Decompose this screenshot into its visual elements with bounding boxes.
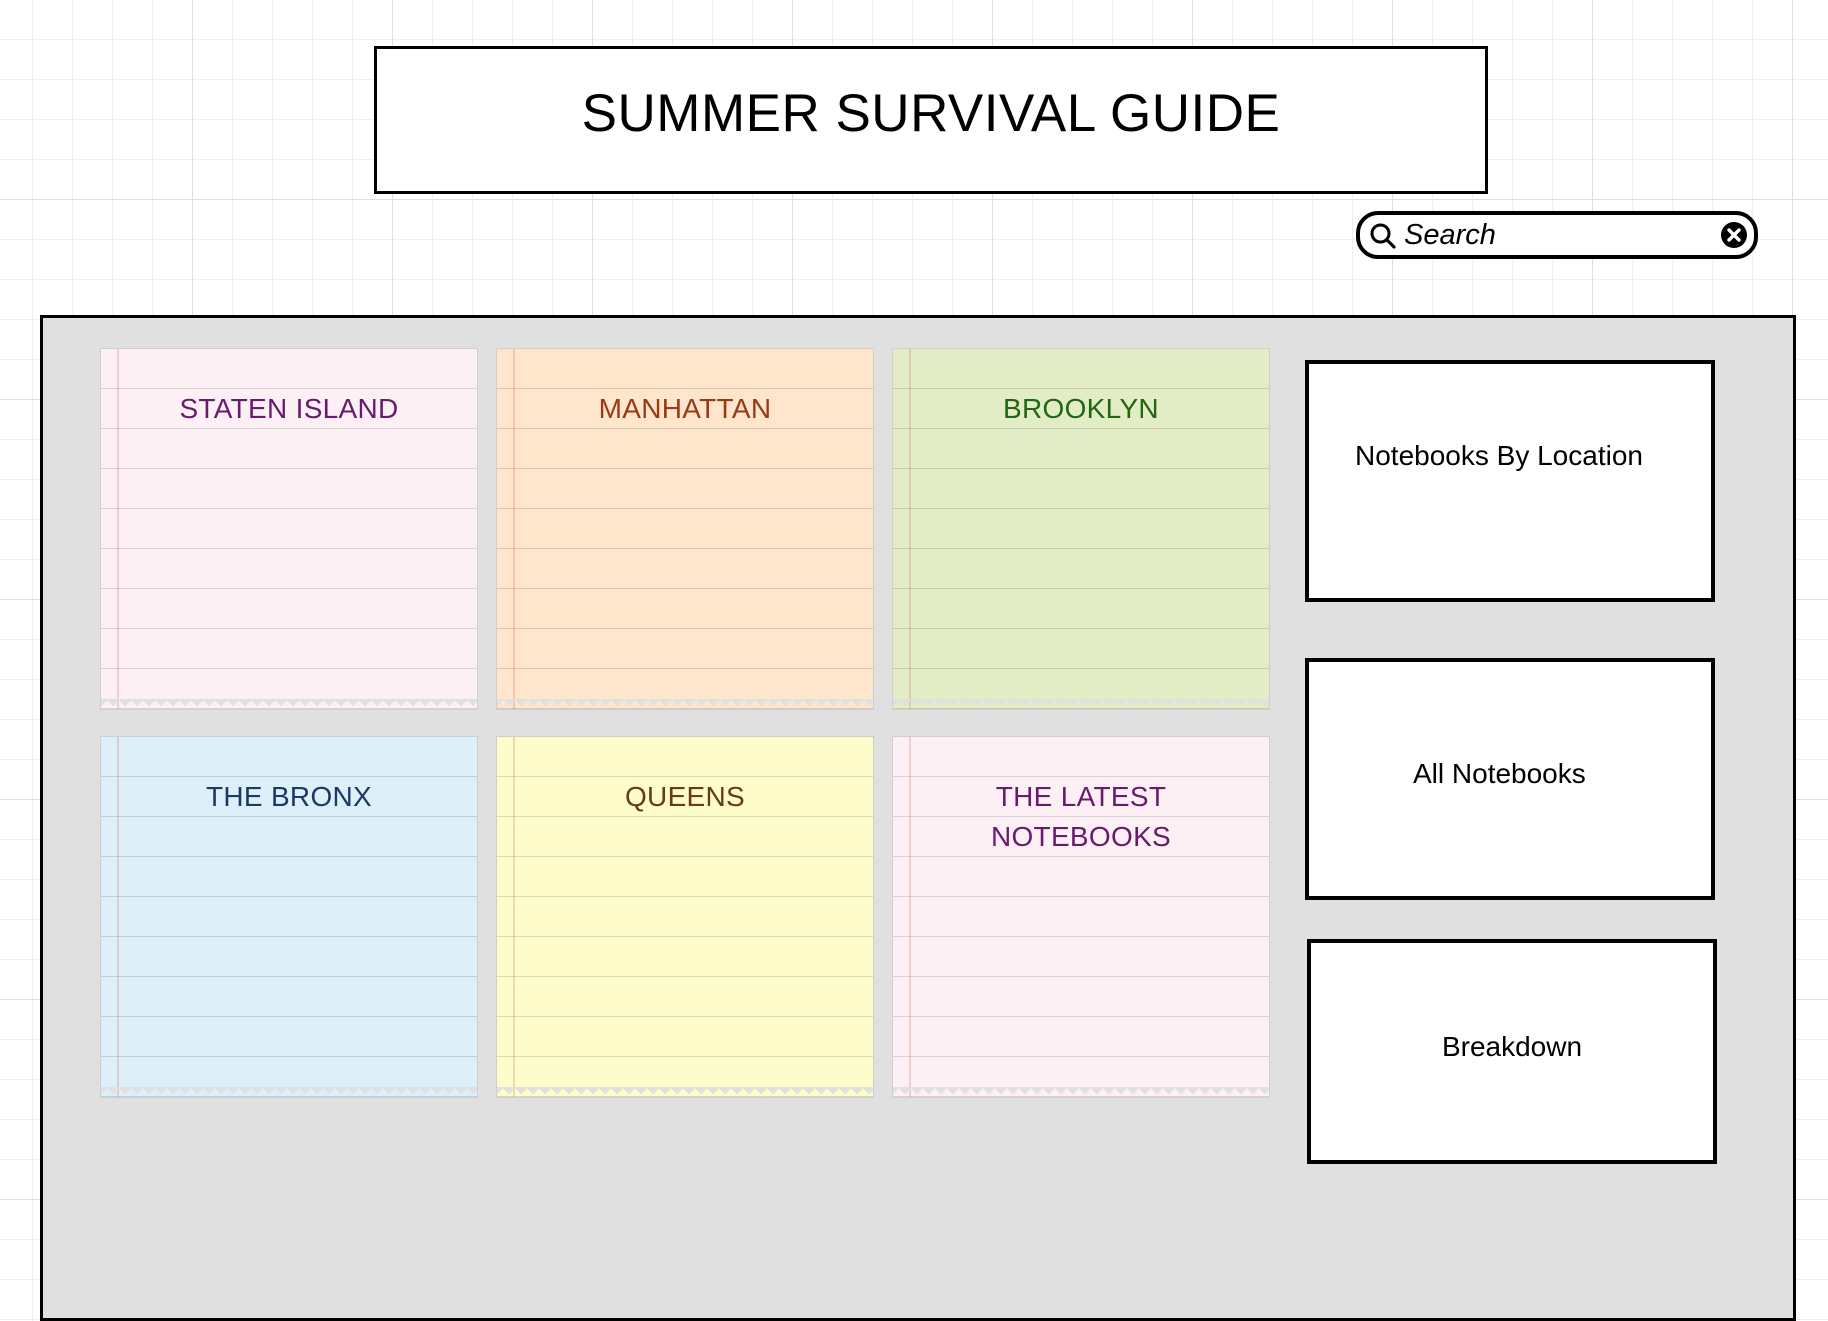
torn-edge	[101, 1087, 477, 1097]
notebook-label: BROOKLYN	[1003, 393, 1159, 424]
close-circle-icon[interactable]	[1720, 221, 1748, 249]
notebook-the-bronx[interactable]: THE BRONX	[100, 736, 478, 1098]
all-notebooks-button[interactable]: All Notebooks	[1305, 658, 1715, 900]
search-input[interactable]	[1404, 217, 1704, 253]
search-icon	[1370, 223, 1396, 249]
torn-edge	[497, 699, 873, 709]
notebook-label: MANHATTAN	[598, 393, 772, 424]
notebooks-by-location-button[interactable]: Notebooks By Location	[1305, 360, 1715, 602]
search-bar[interactable]	[1356, 211, 1758, 259]
title-banner: SUMMER SURVIVAL GUIDE	[374, 46, 1488, 194]
notebook-brooklyn[interactable]: BROOKLYN	[892, 348, 1270, 710]
torn-edge	[497, 1087, 873, 1097]
breakdown-button[interactable]: Breakdown	[1307, 939, 1717, 1164]
main-panel: STATEN ISLAND MANHATTAN BROOKLYN THE BRO…	[40, 315, 1796, 1321]
nav-label: Breakdown	[1441, 1030, 1583, 1062]
page-title: SUMMER SURVIVAL GUIDE	[581, 83, 1281, 143]
notebook-the-latest-notebooks[interactable]: THE LATEST NOTEBOOKS	[892, 736, 1270, 1098]
torn-edge	[893, 1087, 1269, 1097]
notebook-staten-island[interactable]: STATEN ISLAND	[100, 348, 478, 710]
nav-label: All Notebooks	[1413, 758, 1586, 789]
notebook-manhattan[interactable]: MANHATTAN	[496, 348, 874, 710]
torn-edge	[893, 699, 1269, 709]
notebook-label: STATEN ISLAND	[179, 393, 399, 424]
nav-label: Notebooks By Location	[1355, 440, 1643, 471]
torn-edge	[101, 699, 477, 709]
notebook-label: QUEENS	[624, 781, 746, 812]
notebook-label: THE LATEST NOTEBOOKS	[990, 781, 1172, 852]
notebook-label: THE BRONX	[205, 781, 373, 812]
notebook-queens[interactable]: QUEENS	[496, 736, 874, 1098]
